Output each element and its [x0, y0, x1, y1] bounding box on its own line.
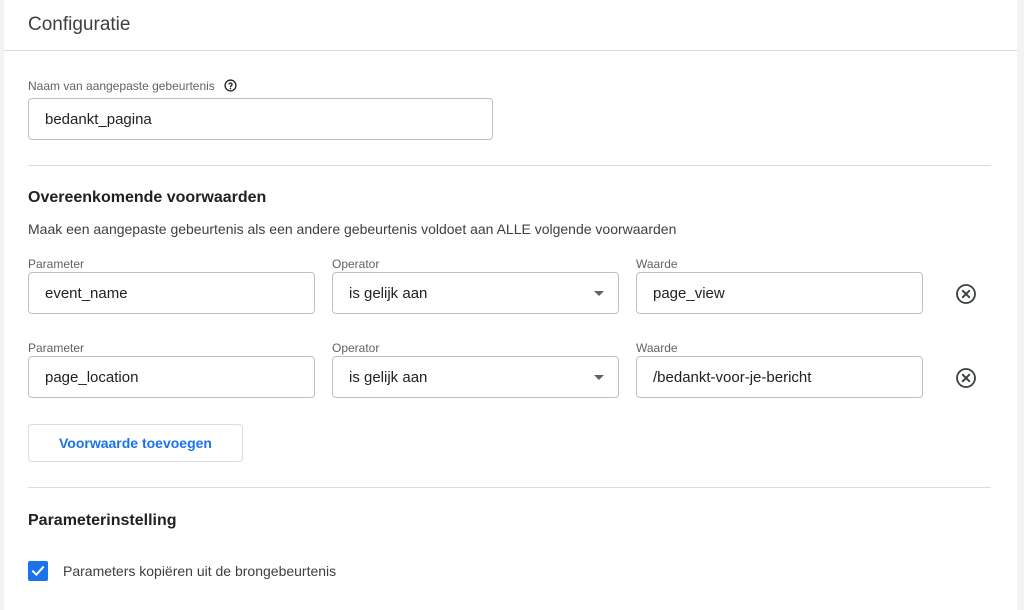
add-condition-button[interactable]: Voorwaarde toevoegen — [28, 424, 243, 462]
event-name-value: bedankt_pagina — [45, 110, 152, 128]
copy-parameters-label[interactable]: Parameters kopiëren uit de brongebeurten… — [63, 563, 336, 579]
remove-condition-button[interactable] — [954, 282, 978, 306]
operator-select[interactable]: is gelijk aan — [332, 356, 619, 398]
card-header: Configuratie — [4, 0, 1017, 51]
dropdown-arrow-icon — [594, 375, 604, 380]
copy-parameters-checkbox[interactable] — [28, 561, 48, 581]
parameter-label: Parameter — [28, 257, 85, 271]
conditions-description: Maak een aangepaste gebeurtenis als een … — [28, 221, 677, 237]
value-input[interactable]: page_view — [636, 272, 923, 314]
parameter-input[interactable]: page_location — [28, 356, 315, 398]
operator-value: is gelijk aan — [349, 368, 428, 386]
parameter-value: page_location — [45, 368, 139, 386]
parameter-label: Parameter — [28, 341, 85, 355]
operator-value: is gelijk aan — [349, 284, 428, 302]
operator-label: Operator — [332, 341, 380, 355]
configuration-card: Configuratie Naam van aangepaste gebeurt… — [4, 0, 1017, 610]
check-icon — [31, 565, 45, 577]
page-title: Configuratie — [28, 14, 131, 35]
event-name-label: Naam van aangepaste gebeurtenis — [28, 79, 215, 94]
cancel-circle-icon — [956, 284, 976, 304]
value-input[interactable]: /bedankt-voor-je-bericht — [636, 356, 923, 398]
event-name-label-row: Naam van aangepaste gebeurtenis — [28, 79, 237, 95]
value-value: page_view — [653, 284, 725, 302]
cancel-circle-icon — [956, 368, 976, 388]
section-divider — [28, 165, 991, 166]
parameter-input[interactable]: event_name — [28, 272, 315, 314]
value-value: /bedankt-voor-je-bericht — [653, 368, 812, 386]
conditions-title: Overeenkomende voorwaarden — [28, 189, 267, 206]
parameter-value: event_name — [45, 284, 128, 302]
value-label: Waarde — [636, 341, 678, 355]
operator-label: Operator — [332, 257, 380, 271]
dropdown-arrow-icon — [594, 291, 604, 296]
remove-condition-button[interactable] — [954, 366, 978, 390]
value-label: Waarde — [636, 257, 678, 271]
event-name-input[interactable]: bedankt_pagina — [28, 98, 493, 140]
help-circle-icon[interactable] — [224, 79, 237, 95]
parameter-settings-title: Parameterinstelling — [28, 512, 177, 529]
operator-select[interactable]: is gelijk aan — [332, 272, 619, 314]
section-divider — [28, 487, 991, 488]
